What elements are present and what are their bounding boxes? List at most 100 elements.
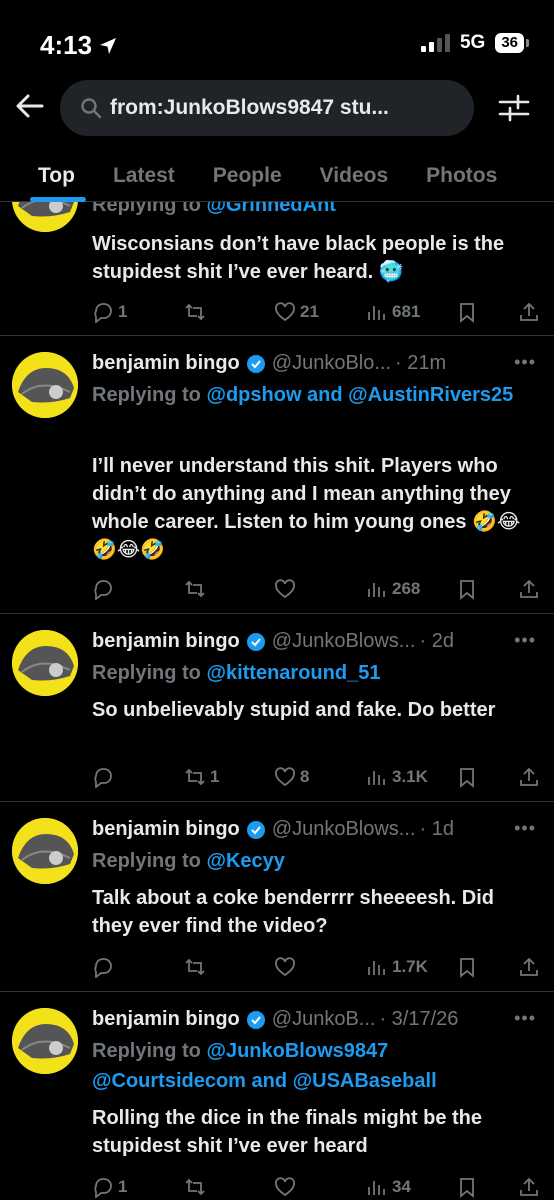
share-button[interactable] bbox=[518, 1172, 540, 1200]
tweet-text: Rolling the dice in the finals might be … bbox=[92, 1107, 483, 1157]
like-button[interactable] bbox=[274, 1172, 300, 1200]
share-button[interactable] bbox=[518, 297, 540, 327]
share-button[interactable] bbox=[518, 574, 540, 604]
bookmark-button[interactable] bbox=[456, 1172, 478, 1200]
retweet-button[interactable] bbox=[184, 297, 210, 327]
network-type: 5G bbox=[459, 32, 486, 53]
tweet-time: · 2d bbox=[419, 630, 454, 652]
reply-mention-link[interactable]: @dpshow and @AustinRivers25 bbox=[206, 384, 513, 406]
user-handle[interactable]: @JunkoB... bbox=[272, 1008, 376, 1031]
reply-mention-link[interactable]: @Kecyy bbox=[206, 850, 284, 872]
tweet[interactable]: Replying to @GrinnedAnt Wisconsians don’… bbox=[0, 202, 554, 336]
tweet[interactable]: benjamin bingo @JunkoBlows... · 1d ••• R… bbox=[0, 802, 554, 992]
bookmark-icon bbox=[460, 768, 474, 788]
views-chart-icon bbox=[368, 771, 385, 785]
verified-badge-icon bbox=[246, 820, 265, 839]
more-options-icon[interactable]: ••• bbox=[514, 630, 536, 651]
display-name[interactable]: benjamin bingo bbox=[92, 630, 240, 653]
tweet[interactable]: benjamin bingo @JunkoBlows... · 2d ••• R… bbox=[0, 614, 554, 802]
tweet-time: · 3/17/26 bbox=[379, 1008, 459, 1030]
display-name[interactable]: benjamin bingo bbox=[92, 1008, 240, 1031]
avatar[interactable] bbox=[12, 202, 78, 232]
views-chart-icon bbox=[368, 583, 385, 597]
views-chart-icon bbox=[368, 961, 385, 975]
retweet-button[interactable] bbox=[184, 574, 210, 604]
heart-icon bbox=[275, 1177, 295, 1197]
avatar[interactable] bbox=[12, 1008, 78, 1074]
reply-icon bbox=[94, 580, 112, 600]
bookmark-icon bbox=[460, 958, 474, 978]
reply-mention-link[interactable]: @GrinnedAnt bbox=[206, 202, 336, 216]
bookmark-button[interactable] bbox=[456, 762, 478, 792]
tweet-header: benjamin bingo @JunkoBlo... · 21m bbox=[92, 352, 446, 375]
search-results-feed: Replying to @GrinnedAnt Wisconsians don’… bbox=[0, 202, 554, 1200]
reply-icon bbox=[94, 303, 112, 323]
retweet-button[interactable] bbox=[184, 952, 210, 982]
retweet-icon bbox=[185, 768, 205, 786]
share-icon bbox=[520, 767, 538, 786]
tweet-text: Wisconsians don’t have black people is t… bbox=[92, 233, 505, 283]
tab-videos[interactable]: Videos bbox=[301, 150, 407, 201]
avatar[interactable] bbox=[12, 352, 78, 418]
views-button[interactable]: 681 bbox=[366, 297, 420, 327]
avatar[interactable] bbox=[12, 818, 78, 884]
tweet[interactable]: benjamin bingo @JunkoB... · 3/17/26 ••• … bbox=[0, 992, 554, 1200]
heart-icon bbox=[275, 579, 295, 599]
search-box[interactable] bbox=[60, 80, 474, 136]
views-button[interactable]: 268 bbox=[366, 574, 420, 604]
reply-button[interactable]: 1 bbox=[92, 1172, 127, 1200]
views-button[interactable]: 34 bbox=[366, 1172, 411, 1200]
verified-badge-icon bbox=[246, 632, 265, 651]
reply-button[interactable] bbox=[92, 952, 118, 982]
back-arrow-icon[interactable] bbox=[14, 88, 46, 124]
share-icon bbox=[520, 1177, 538, 1196]
tweet-header: benjamin bingo @JunkoB... · 3/17/26 bbox=[92, 1008, 458, 1031]
share-button[interactable] bbox=[518, 762, 540, 792]
avatar[interactable] bbox=[12, 630, 78, 696]
filter-sliders-icon[interactable] bbox=[496, 90, 532, 126]
more-options-icon[interactable]: ••• bbox=[514, 1008, 536, 1029]
tweet-header: benjamin bingo @JunkoBlows... · 1d bbox=[92, 818, 454, 841]
views-button[interactable]: 1.7K bbox=[366, 952, 428, 982]
retweet-icon bbox=[185, 958, 205, 976]
reply-context: Replying to @GrinnedAnt bbox=[92, 202, 532, 220]
reply-icon bbox=[94, 768, 112, 788]
user-handle[interactable]: @JunkoBlo... bbox=[272, 352, 391, 375]
tab-latest[interactable]: Latest bbox=[94, 150, 194, 201]
reply-button[interactable] bbox=[92, 574, 118, 604]
tab-people[interactable]: People bbox=[194, 150, 301, 201]
tweet-text: Talk about a coke benderrrr sheeeesh. Di… bbox=[92, 887, 494, 937]
display-name[interactable]: benjamin bingo bbox=[92, 818, 240, 841]
like-button[interactable]: 8 bbox=[274, 762, 309, 792]
tweet[interactable]: benjamin bingo @JunkoBlo... · 21m ••• Re… bbox=[0, 336, 554, 614]
retweet-button[interactable] bbox=[184, 1172, 210, 1200]
retweet-icon bbox=[185, 1178, 205, 1196]
bookmark-button[interactable] bbox=[456, 297, 478, 327]
reply-icon bbox=[94, 958, 112, 978]
like-button[interactable] bbox=[274, 952, 300, 982]
like-button[interactable] bbox=[274, 574, 300, 604]
search-input[interactable] bbox=[110, 96, 450, 120]
more-options-icon[interactable]: ••• bbox=[514, 818, 536, 839]
tweet-actions: 1.7K bbox=[92, 952, 542, 982]
reply-button[interactable] bbox=[92, 762, 118, 792]
more-options-icon[interactable]: ••• bbox=[514, 352, 536, 373]
tweet-header: benjamin bingo @JunkoBlows... · 2d bbox=[92, 630, 454, 653]
share-icon bbox=[520, 957, 538, 976]
reply-mention-link[interactable]: @kittenaround_51 bbox=[206, 662, 380, 684]
like-button[interactable]: 21 bbox=[274, 297, 319, 327]
tab-photos[interactable]: Photos bbox=[407, 150, 516, 201]
share-button[interactable] bbox=[518, 952, 540, 982]
tab-top[interactable]: Top bbox=[0, 150, 94, 202]
bookmark-button[interactable] bbox=[456, 952, 478, 982]
retweet-button[interactable]: 1 bbox=[184, 762, 219, 792]
user-handle[interactable]: @JunkoBlows... bbox=[272, 818, 416, 841]
display-name[interactable]: benjamin bingo bbox=[92, 352, 240, 375]
verified-badge-icon bbox=[246, 354, 265, 373]
views-button[interactable]: 3.1K bbox=[366, 762, 428, 792]
user-handle[interactable]: @JunkoBlows... bbox=[272, 630, 416, 653]
tweet-actions: 1 34 bbox=[92, 1172, 542, 1200]
bookmark-button[interactable] bbox=[456, 574, 478, 604]
reply-button[interactable]: 1 bbox=[92, 297, 127, 327]
retweet-icon bbox=[185, 580, 205, 598]
